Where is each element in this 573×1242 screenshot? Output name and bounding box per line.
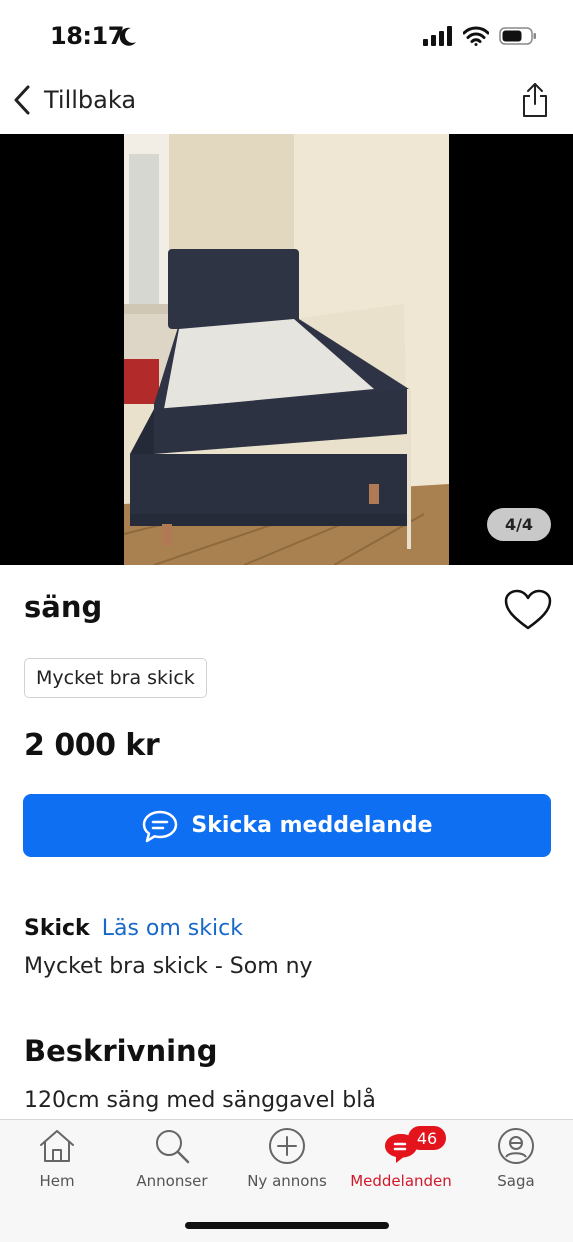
listing-price: 2 000 kr (24, 728, 160, 763)
back-label: Tillbaka (44, 86, 137, 114)
tab-messages-label: Meddelanden (350, 1172, 452, 1190)
tab-annonser[interactable]: Annonser (115, 1126, 229, 1190)
nav-bar: Tillbaka (0, 76, 573, 134)
back-button[interactable]: Tillbaka (12, 84, 136, 116)
moon-icon (119, 27, 136, 46)
wifi-icon (463, 26, 489, 46)
tab-profile-label: Saga (497, 1172, 535, 1190)
description-text: 120cm säng med sänggavel blå (24, 1088, 376, 1113)
home-indicator (185, 1222, 389, 1229)
condition-heading: Skick (24, 916, 90, 941)
send-message-button[interactable]: Skicka meddelande (23, 794, 551, 857)
messages-badge: 46 (408, 1126, 446, 1150)
share-icon (523, 83, 547, 117)
listing-photo[interactable] (124, 134, 449, 565)
condition-row: Skick Läs om skick (24, 916, 243, 941)
heart-icon (504, 589, 552, 630)
home-icon (40, 1130, 74, 1162)
status-time: 18:17 (50, 22, 124, 50)
search-icon (156, 1130, 190, 1164)
favorite-button[interactable] (503, 588, 553, 636)
photo-gallery[interactable]: 4/4 (0, 134, 573, 565)
read-about-condition-link[interactable]: Läs om skick (102, 916, 243, 941)
profile-icon (498, 1128, 534, 1164)
share-button[interactable] (521, 82, 549, 122)
tab-profile[interactable]: Saga (459, 1126, 573, 1190)
tab-new-listing-label: Ny annons (247, 1172, 327, 1190)
condition-value: Mycket bra skick - Som ny (24, 954, 313, 979)
description-heading: Beskrivning (24, 1034, 218, 1068)
chevron-left-icon (14, 85, 30, 115)
status-icons (423, 26, 537, 46)
send-message-label: Skicka meddelande (191, 813, 433, 838)
listing-title: säng (24, 590, 103, 624)
status-bar: 18:17 (0, 0, 573, 76)
tab-messages[interactable]: 46 Meddelanden (344, 1126, 458, 1190)
battery-icon (499, 27, 536, 45)
tab-home[interactable]: Hem (0, 1126, 114, 1190)
photo-counter: 4/4 (487, 508, 551, 541)
tab-annonser-label: Annonser (136, 1172, 208, 1190)
condition-tag: Mycket bra skick (24, 658, 207, 698)
signal-icon (423, 26, 452, 46)
bed-photo-illustration (124, 134, 449, 565)
tab-new-listing[interactable]: Ny annons (230, 1126, 344, 1190)
tab-home-label: Hem (39, 1172, 75, 1190)
chat-bubble-icon (143, 810, 178, 842)
plus-circle-icon (269, 1128, 305, 1164)
